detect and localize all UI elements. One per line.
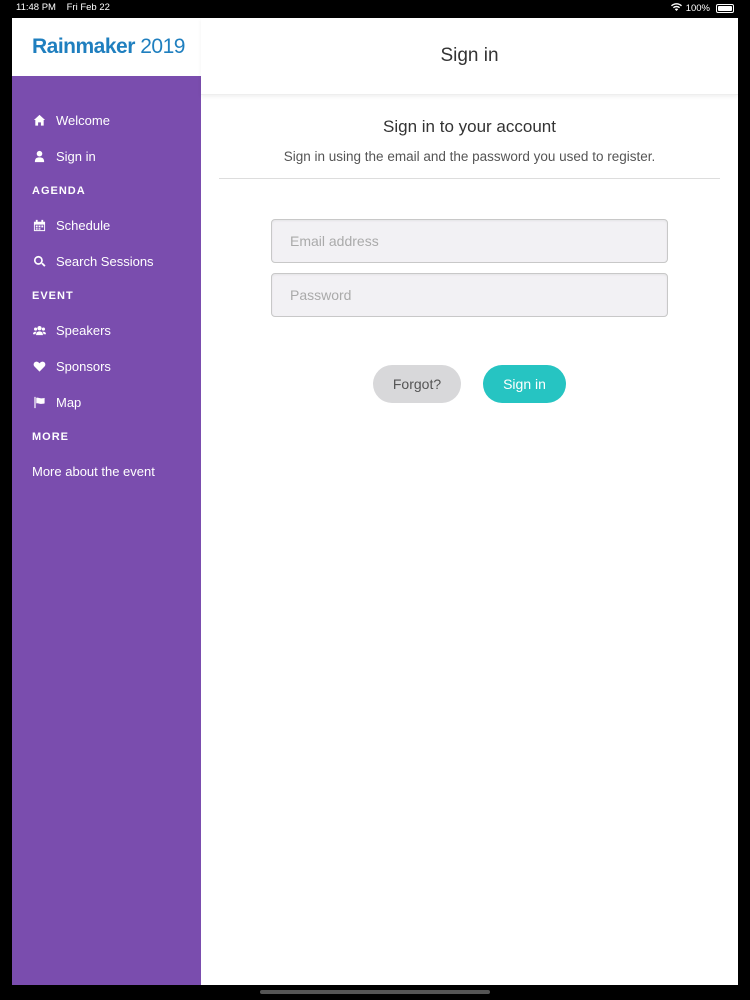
section-heading-agenda: AGENDA (32, 184, 86, 197)
heart-icon (32, 359, 46, 373)
sidebar-item-search-sessions[interactable]: Search Sessions (12, 243, 201, 279)
flag-icon (32, 395, 46, 409)
sidebar-item-label: Sign in (56, 148, 96, 164)
email-field[interactable] (271, 219, 668, 263)
sidebar-item-label: Sponsors (56, 358, 111, 374)
status-time: 11:48 PM (16, 2, 56, 13)
sidebar-item-more-about-event[interactable]: More about the event (12, 453, 201, 489)
sidebar-item-label: Schedule (56, 217, 111, 233)
sidebar-item-label: Search Sessions (56, 253, 154, 269)
home-indicator[interactable] (260, 990, 490, 994)
page-title: Sign in (201, 18, 738, 95)
sidebar-item-label: Map (56, 394, 82, 410)
form-title: Sign in to your account (383, 117, 556, 136)
password-field[interactable] (271, 273, 668, 317)
home-icon (32, 113, 46, 127)
forgot-password-button[interactable]: Forgot? (373, 365, 461, 403)
status-date: Fri Feb 22 (66, 2, 110, 13)
logo-year: 2019 (140, 35, 185, 58)
battery-percent: 100% (685, 2, 710, 14)
user-icon (32, 149, 46, 163)
sidebar-item-welcome[interactable]: Welcome (12, 102, 201, 138)
app-screen: Rainmaker 2019 Welcome Sign in AGENDA Sc… (12, 18, 738, 985)
sidebar-item-map[interactable]: Map (12, 384, 201, 420)
sidebar-item-label: Welcome (56, 112, 110, 128)
sign-in-button[interactable]: Sign in (483, 365, 566, 403)
sidebar-item-label: Speakers (56, 322, 111, 338)
sidebar-nav: Welcome Sign in AGENDA Schedule Search S (12, 102, 201, 489)
app-logo[interactable]: Rainmaker 2019 (32, 35, 185, 59)
sidebar-item-speakers[interactable]: Speakers (12, 312, 201, 348)
section-heading-event: EVENT (32, 289, 74, 302)
sidebar: Rainmaker 2019 Welcome Sign in AGENDA Sc… (12, 18, 201, 985)
section-heading-more: MORE (32, 430, 69, 443)
main-content: Sign in Sign in to your account Sign in … (201, 18, 738, 985)
sign-in-form (201, 219, 738, 327)
battery-icon (716, 3, 734, 13)
calendar-icon (32, 218, 46, 232)
logo-name: Rainmaker (32, 35, 135, 58)
logo-area: Rainmaker 2019 (12, 18, 201, 76)
sidebar-item-sponsors[interactable]: Sponsors (12, 348, 201, 384)
status-bar: 11:48 PM Fri Feb 22 100% (0, 0, 750, 16)
search-icon (32, 254, 46, 268)
sidebar-item-schedule[interactable]: Schedule (12, 207, 201, 243)
users-icon (32, 323, 46, 337)
divider (219, 178, 720, 179)
sidebar-item-sign-in[interactable]: Sign in (12, 138, 201, 174)
wifi-icon (670, 2, 682, 14)
form-subtitle: Sign in using the email and the password… (283, 149, 656, 164)
form-actions: Forgot? Sign in (201, 365, 738, 403)
